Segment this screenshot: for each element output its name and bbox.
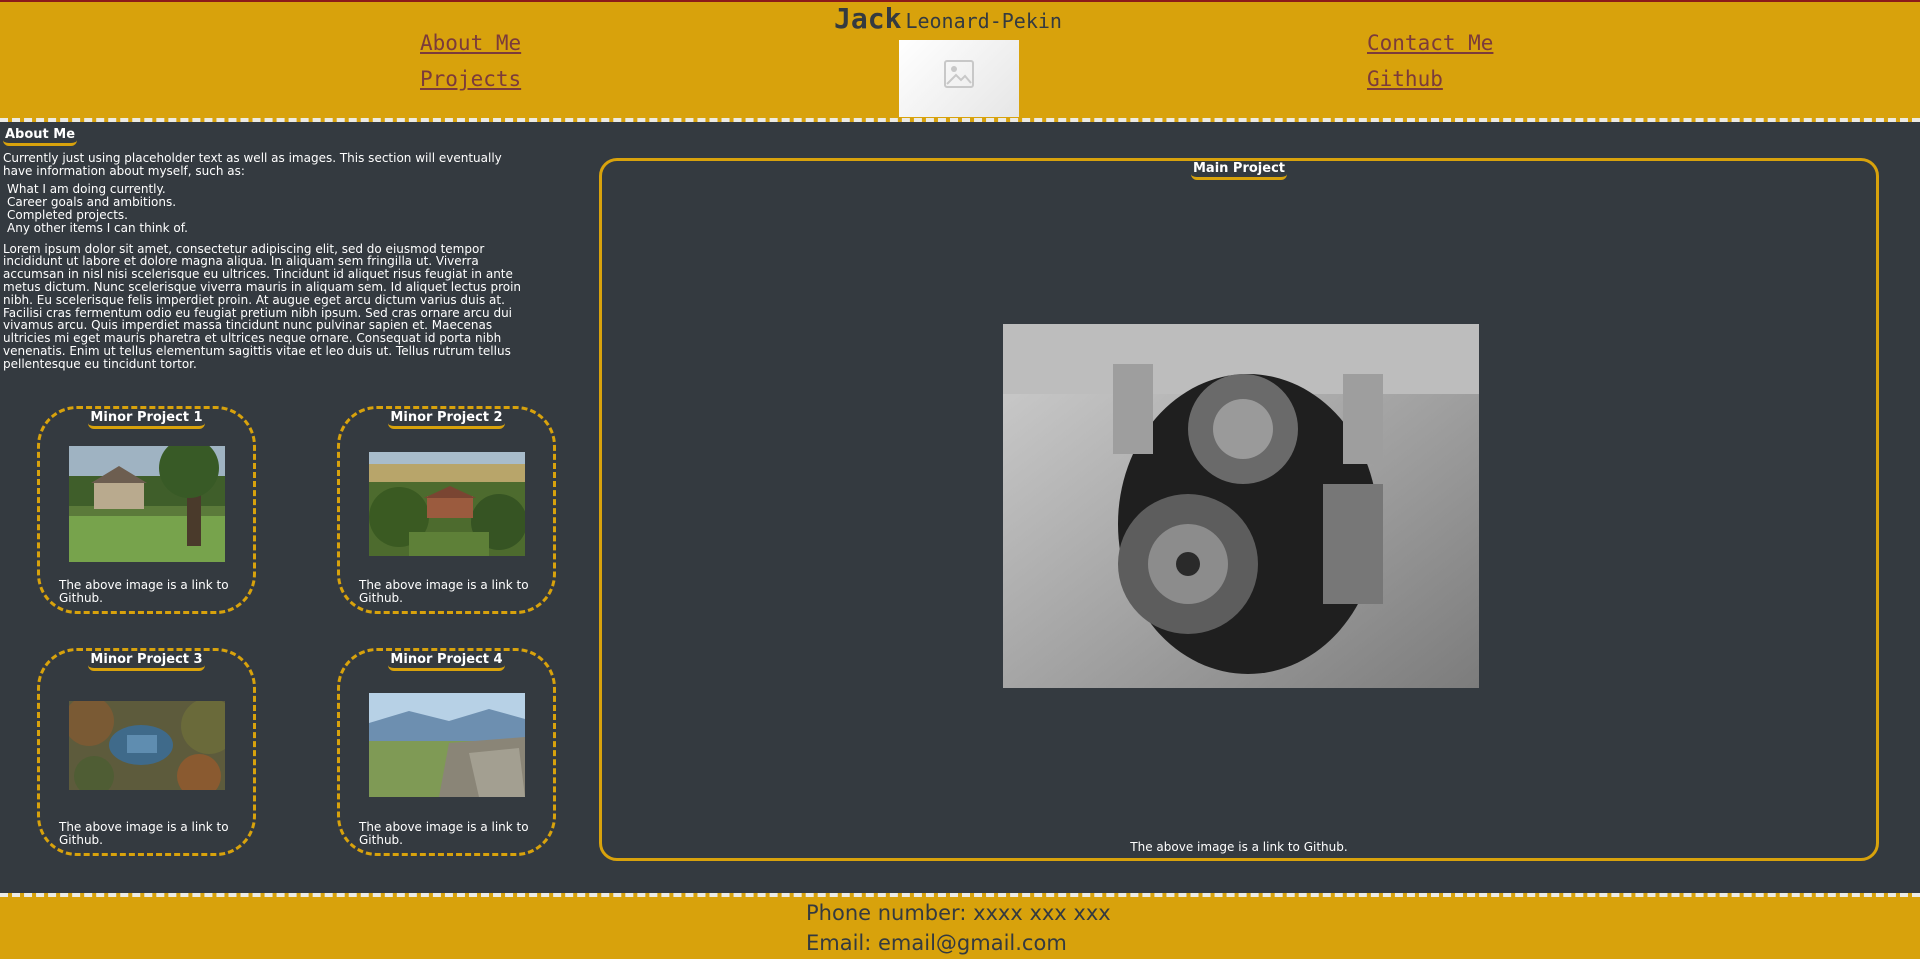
main-project-title: Main Project [1190,161,1287,180]
about-list-item: Any other items I can think of. [7,220,188,235]
first-name: Jack [834,2,902,35]
main-project-image[interactable] [1003,324,1479,688]
about-section: About Me Currently just using placeholde… [3,128,528,377]
nav-contact-me[interactable]: Contact Me [1367,31,1493,55]
nav-github[interactable]: Github [1367,67,1443,91]
about-list: What I am doing currently. Career goals … [3,183,528,234]
minor-project-3-card: Minor Project 3 The above image is a lin… [37,648,256,856]
nav-about-me[interactable]: About Me [420,31,521,55]
site-header: Jack Leonard-Pekin About Me Projects Cont… [0,0,1920,122]
minor-project-title: Minor Project 1 [88,410,205,429]
nav-projects[interactable]: Projects [420,67,521,91]
about-intro: Currently just using placeholder text as… [3,150,502,178]
minor-project-title: Minor Project 4 [388,652,505,671]
main-project-card: Main Project The above image is a link t… [599,158,1879,861]
last-name: Leonard-Pekin [905,9,1062,33]
site-title: Jack Leonard-Pekin [834,2,1062,35]
about-list-item: Completed projects. [7,207,128,222]
minor-project-4-card: Minor Project 4 The above image is a lin… [337,648,556,856]
image-placeholder-icon [944,60,974,88]
minor-project-1-image[interactable] [69,446,225,562]
footer-email: Email: email@gmail.com [806,931,1067,955]
minor-project-caption: The above image is a link to Github. [359,578,529,606]
minor-project-caption: The above image is a link to Github. [59,820,229,848]
about-heading: About Me [3,128,78,146]
minor-project-title: Minor Project 3 [88,652,205,671]
minor-project-title: Minor Project 2 [388,410,505,429]
minor-project-caption: The above image is a link to Github. [59,578,229,606]
site-footer: Phone number: xxxx xxx xxx Email: email@… [0,893,1920,959]
main-project-caption: The above image is a link to Github. [1130,840,1348,854]
minor-project-2-card: Minor Project 2 The above image is a lin… [337,406,556,614]
footer-phone: Phone number: xxxx xxx xxx [806,901,1111,925]
minor-project-4-image[interactable] [369,693,525,797]
about-body: Lorem ipsum dolor sit amet, consectetur … [3,241,522,371]
logo-image-placeholder [899,40,1019,117]
minor-project-2-image[interactable] [369,452,525,556]
minor-project-caption: The above image is a link to Github. [359,820,529,848]
minor-project-3-image[interactable] [69,701,225,790]
minor-project-1-card: Minor Project 1 The above image is a lin… [37,406,256,614]
